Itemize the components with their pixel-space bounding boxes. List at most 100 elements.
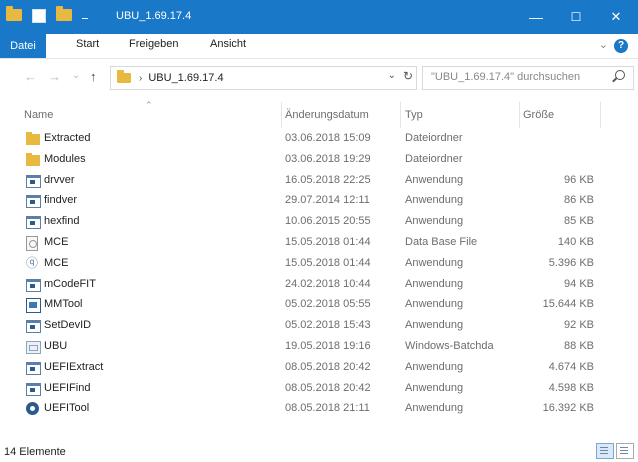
column-type-header[interactable]: Typ (405, 109, 423, 121)
address-path[interactable]: UBU_1.69.17.4 (148, 72, 223, 84)
file-size: 94 KB (564, 277, 594, 290)
application-icon (26, 195, 41, 209)
back-arrow-icon[interactable]: ← (24, 69, 37, 84)
file-row[interactable]: UEFIFind 08.05.2018 20:42 Anwendung 4.598 K… (0, 378, 638, 399)
file-size: 16.392 KB (542, 402, 594, 415)
minimize-button[interactable]: — (516, 0, 556, 34)
application-icon (26, 382, 41, 396)
address-dropdown-icon[interactable]: ⌄ (388, 70, 396, 81)
search-icon[interactable] (615, 70, 625, 80)
folder-icon (26, 152, 40, 166)
mmtool-icon (26, 298, 41, 314)
file-name[interactable]: hexfind (44, 215, 79, 227)
maximize-button[interactable]: ☐ (556, 0, 596, 34)
chevron-right-icon[interactable]: › (139, 73, 142, 84)
file-size: 140 KB (557, 235, 594, 248)
file-name[interactable]: Extracted (44, 132, 90, 144)
column-divider[interactable] (400, 102, 401, 128)
file-date: 08.05.2018 20:42 (285, 381, 371, 394)
details-view-icon[interactable] (596, 443, 614, 459)
file-name[interactable]: drvver (44, 174, 75, 186)
file-row[interactable]: mCodeFIT 24.02.2018 10:44 Anwendung 94 KB (0, 274, 638, 295)
window-title: UBU_1.69.17.4 (116, 10, 192, 22)
file-type: Dateiordner (405, 132, 463, 144)
recent-locations-icon[interactable]: ⌄ (72, 70, 80, 81)
file-name[interactable]: UEFITool (44, 402, 89, 414)
file-date: 08.05.2018 20:42 (285, 360, 371, 373)
file-name[interactable]: UBU (44, 340, 67, 352)
forward-arrow-icon[interactable]: → (48, 69, 61, 84)
ribbon-expand-icon[interactable]: ⌄ (599, 38, 608, 51)
file-row[interactable]: UBU 19.05.2018 19:16 Windows-Batchda 88 KB (0, 336, 638, 357)
new-folder-icon[interactable] (56, 6, 72, 21)
file-row[interactable]: SetDevID 05.02.2018 15:43 Anwendung 92 KB (0, 315, 638, 336)
file-date: 16.05.2018 22:25 (285, 173, 371, 186)
folder-icon (117, 70, 131, 83)
file-row[interactable]: MMTool 05.02.2018 05:55 Anwendung 15.644 KB (0, 294, 638, 315)
tab-ansicht[interactable]: Ansicht (210, 38, 246, 50)
file-date: 03.06.2018 19:29 (285, 152, 371, 165)
application-icon (26, 361, 41, 375)
file-type: Anwendung (405, 360, 464, 373)
column-divider[interactable] (519, 102, 520, 128)
column-divider[interactable] (600, 102, 601, 128)
title-bar: UBU_1.69.17.4 — ☐ ✕ (0, 0, 638, 34)
quick-access-dropdown-icon[interactable] (82, 12, 88, 19)
file-date: 19.05.2018 19:16 (285, 339, 371, 352)
file-row[interactable]: hexfind 10.06.2015 20:55 Anwendung 85 KB (0, 211, 638, 232)
file-size: 88 KB (564, 339, 594, 352)
file-type: Anwendung (405, 319, 464, 332)
large-icons-view-icon[interactable] (616, 443, 634, 459)
search-input[interactable]: "UBU_1.69.17.4" durchsuchen (422, 66, 634, 90)
mce-application-icon: ⓠ (26, 255, 39, 270)
application-icon (26, 216, 41, 230)
close-button[interactable]: ✕ (596, 0, 636, 34)
file-size: 92 KB (564, 319, 594, 332)
file-date: 03.06.2018 15:09 (285, 132, 371, 144)
file-name[interactable]: MCE (44, 236, 68, 248)
file-name[interactable]: SetDevID (44, 319, 91, 331)
folder-icon (6, 6, 22, 21)
file-row[interactable]: UEFITool 08.05.2018 21:11 Anwendung 16.392 … (0, 398, 638, 419)
file-name[interactable]: MCE (44, 257, 68, 269)
help-icon[interactable]: ? (614, 39, 628, 53)
tab-start[interactable]: Start (76, 38, 99, 50)
file-name[interactable]: mCodeFIT (44, 278, 96, 290)
file-date: 10.06.2015 20:55 (285, 215, 371, 228)
batch-file-icon (26, 340, 41, 354)
up-arrow-icon[interactable]: ↑ (90, 69, 97, 84)
column-divider[interactable] (281, 102, 282, 128)
application-icon (26, 320, 41, 334)
file-date: 15.05.2018 01:44 (285, 256, 371, 269)
file-type: Anwendung (405, 402, 464, 415)
file-name[interactable]: UEFIExtract (44, 361, 103, 373)
file-name[interactable]: Modules (44, 153, 86, 165)
file-size: 96 KB (564, 173, 594, 186)
file-row[interactable]: MCE 15.05.2018 01:44 Data Base File 140 KB (0, 232, 638, 253)
file-row[interactable]: ⓠ MCE 15.05.2018 01:44 Anwendung 5.396 KB (0, 253, 638, 274)
file-name[interactable]: findver (44, 194, 77, 206)
file-type: Windows-Batchda (405, 339, 494, 352)
tab-datei[interactable]: Datei (0, 34, 46, 58)
file-date: 15.05.2018 01:44 (285, 235, 371, 248)
application-icon (26, 278, 41, 292)
file-name[interactable]: UEFIFind (44, 382, 90, 394)
column-size-header[interactable]: Größe (523, 109, 554, 121)
item-count: 14 Elemente (4, 446, 66, 458)
refresh-icon[interactable]: ↻ (403, 69, 413, 83)
column-date-header[interactable]: Änderungsdatum (285, 109, 369, 121)
file-name[interactable]: MMTool (44, 298, 83, 310)
file-row[interactable]: Modules 03.06.2018 19:29 Dateiordner (0, 149, 638, 170)
file-row[interactable]: Extracted 03.06.2018 15:09 Dateiordner (0, 128, 638, 149)
file-row[interactable]: findver 29.07.2014 12:11 Anwendung 86 KB (0, 190, 638, 211)
file-date: 05.02.2018 05:55 (285, 298, 371, 311)
tab-freigeben[interactable]: Freigeben (129, 38, 179, 50)
file-type: Anwendung (405, 298, 464, 311)
file-row[interactable]: drvver 16.05.2018 22:25 Anwendung 96 KB (0, 170, 638, 191)
file-row[interactable]: UEFIExtract 08.05.2018 20:42 Anwendung 4.67… (0, 357, 638, 378)
file-size: 86 KB (564, 194, 594, 207)
address-bar[interactable]: › UBU_1.69.17.4 ⌄ ↻ (110, 66, 417, 90)
properties-icon[interactable] (32, 9, 46, 23)
search-placeholder: "UBU_1.69.17.4" durchsuchen (431, 71, 581, 83)
column-name-header[interactable]: Name (24, 109, 53, 121)
